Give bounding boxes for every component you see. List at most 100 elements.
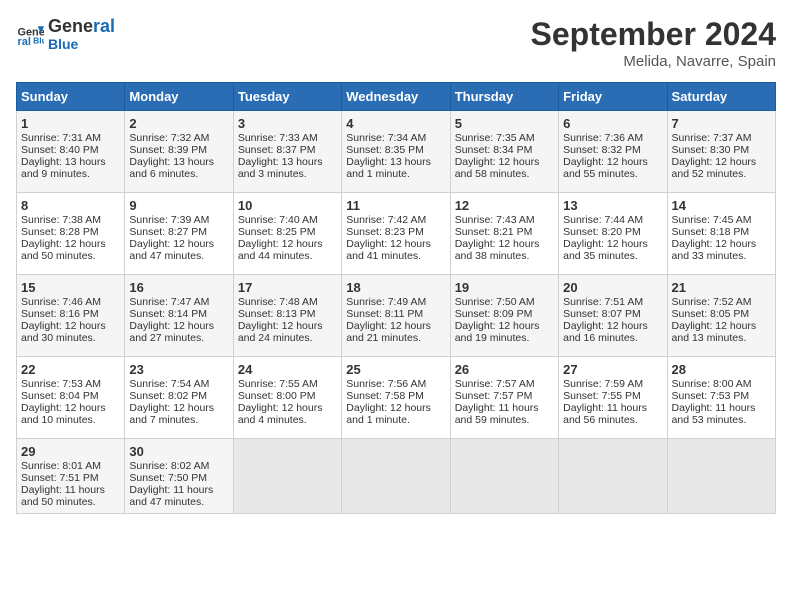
sunset: Sunset: 8:39 PM <box>129 144 207 156</box>
day-number: 2 <box>129 116 228 131</box>
day-number: 11 <box>346 198 445 213</box>
sunset: Sunset: 8:30 PM <box>672 144 750 156</box>
calendar-cell: 3Sunrise: 7:33 AMSunset: 8:37 PMDaylight… <box>233 111 341 193</box>
calendar-cell: 6Sunrise: 7:36 AMSunset: 8:32 PMDaylight… <box>559 111 667 193</box>
calendar-cell <box>559 439 667 514</box>
sunset: Sunset: 8:05 PM <box>672 308 750 320</box>
sunset: Sunset: 8:00 PM <box>238 390 316 402</box>
calendar-cell: 13Sunrise: 7:44 AMSunset: 8:20 PMDayligh… <box>559 193 667 275</box>
sunrise: Sunrise: 7:43 AM <box>455 214 535 226</box>
title-block: September 2024 Melida, Navarre, Spain <box>531 16 776 70</box>
day-number: 23 <box>129 362 228 377</box>
sunset: Sunset: 8:37 PM <box>238 144 316 156</box>
svg-text:Blue: Blue <box>33 36 44 46</box>
daylight: Daylight: 12 hours and 13 minutes. <box>672 320 757 344</box>
daylight: Daylight: 12 hours and 10 minutes. <box>21 402 106 426</box>
day-number: 19 <box>455 280 554 295</box>
sunset: Sunset: 7:51 PM <box>21 472 99 484</box>
header-day-sunday: Sunday <box>17 83 125 111</box>
daylight: Daylight: 12 hours and 7 minutes. <box>129 402 214 426</box>
daylight: Daylight: 12 hours and 16 minutes. <box>563 320 648 344</box>
calendar-cell: 4Sunrise: 7:34 AMSunset: 8:35 PMDaylight… <box>342 111 450 193</box>
calendar-cell: 15Sunrise: 7:46 AMSunset: 8:16 PMDayligh… <box>17 275 125 357</box>
calendar-cell <box>667 439 775 514</box>
sunrise: Sunrise: 7:33 AM <box>238 132 318 144</box>
calendar-cell: 21Sunrise: 7:52 AMSunset: 8:05 PMDayligh… <box>667 275 775 357</box>
sunrise: Sunrise: 8:01 AM <box>21 460 101 472</box>
sunrise: Sunrise: 8:00 AM <box>672 378 752 390</box>
sunset: Sunset: 8:32 PM <box>563 144 641 156</box>
header-day-wednesday: Wednesday <box>342 83 450 111</box>
sunset: Sunset: 8:11 PM <box>346 308 423 320</box>
sunset: Sunset: 8:27 PM <box>129 226 207 238</box>
day-number: 18 <box>346 280 445 295</box>
sunset: Sunset: 8:16 PM <box>21 308 99 320</box>
calendar-week-3: 15Sunrise: 7:46 AMSunset: 8:16 PMDayligh… <box>17 275 776 357</box>
sunrise: Sunrise: 7:54 AM <box>129 378 209 390</box>
day-number: 1 <box>21 116 120 131</box>
day-number: 26 <box>455 362 554 377</box>
daylight: Daylight: 13 hours and 1 minute. <box>346 156 431 180</box>
sunset: Sunset: 7:50 PM <box>129 472 207 484</box>
calendar-week-1: 1Sunrise: 7:31 AMSunset: 8:40 PMDaylight… <box>17 111 776 193</box>
sunset: Sunset: 8:28 PM <box>21 226 99 238</box>
daylight: Daylight: 12 hours and 24 minutes. <box>238 320 323 344</box>
calendar-cell: 30Sunrise: 8:02 AMSunset: 7:50 PMDayligh… <box>125 439 233 514</box>
sunset: Sunset: 8:09 PM <box>455 308 533 320</box>
calendar-week-5: 29Sunrise: 8:01 AMSunset: 7:51 PM Dayligh… <box>17 439 776 514</box>
sunset: Sunset: 8:07 PM <box>563 308 641 320</box>
daylight: Daylight: 12 hours and 47 minutes. <box>129 238 214 262</box>
sunset: Sunset: 8:13 PM <box>238 308 316 320</box>
calendar-cell: 23Sunrise: 7:54 AMSunset: 8:02 PMDayligh… <box>125 357 233 439</box>
sunrise: Sunrise: 7:36 AM <box>563 132 643 144</box>
sunset: Sunset: 8:02 PM <box>129 390 207 402</box>
day-number: 12 <box>455 198 554 213</box>
sunrise: Sunrise: 7:39 AM <box>129 214 209 226</box>
sunrise: Sunrise: 7:46 AM <box>21 296 101 308</box>
daylight: Daylight: 12 hours and 27 minutes. <box>129 320 214 344</box>
calendar-cell: 28Sunrise: 8:00 AMSunset: 7:53 PMDayligh… <box>667 357 775 439</box>
calendar-cell: 8Sunrise: 7:38 AMSunset: 8:28 PMDaylight… <box>17 193 125 275</box>
calendar-body: 1Sunrise: 7:31 AMSunset: 8:40 PMDaylight… <box>17 111 776 514</box>
sunrise: Sunrise: 7:32 AM <box>129 132 209 144</box>
daylight: Daylight: 12 hours and 58 minutes. <box>455 156 540 180</box>
calendar-cell: 24Sunrise: 7:55 AMSunset: 8:00 PMDayligh… <box>233 357 341 439</box>
day-number: 17 <box>238 280 337 295</box>
daylight: Daylight: 12 hours and 33 minutes. <box>672 238 757 262</box>
header-day-monday: Monday <box>125 83 233 111</box>
sunset: Sunset: 7:53 PM <box>672 390 750 402</box>
day-number: 30 <box>129 444 228 459</box>
daylight: Daylight: 11 hours and 47 minutes. <box>129 484 213 508</box>
calendar-cell: 7Sunrise: 7:37 AMSunset: 8:30 PMDaylight… <box>667 111 775 193</box>
sunrise: Sunrise: 7:55 AM <box>238 378 318 390</box>
day-number: 6 <box>563 116 662 131</box>
sunrise: Sunrise: 7:37 AM <box>672 132 752 144</box>
header-day-thursday: Thursday <box>450 83 558 111</box>
sunrise: Sunrise: 7:50 AM <box>455 296 535 308</box>
sunset: Sunset: 7:55 PM <box>563 390 641 402</box>
day-number: 8 <box>21 198 120 213</box>
day-number: 28 <box>672 362 771 377</box>
day-number: 14 <box>672 198 771 213</box>
calendar-cell: 9Sunrise: 7:39 AMSunset: 8:27 PMDaylight… <box>125 193 233 275</box>
sunrise: Sunrise: 7:31 AM <box>21 132 101 144</box>
daylight: Daylight: 12 hours and 38 minutes. <box>455 238 540 262</box>
sunset: Sunset: 8:25 PM <box>238 226 316 238</box>
calendar-table: SundayMondayTuesdayWednesdayThursdayFrid… <box>16 82 776 514</box>
day-number: 20 <box>563 280 662 295</box>
daylight: Daylight: 13 hours and 6 minutes. <box>129 156 214 180</box>
day-number: 9 <box>129 198 228 213</box>
daylight: Daylight: 12 hours and 1 minute. <box>346 402 431 426</box>
daylight: Daylight: 11 hours and 59 minutes. <box>455 402 539 426</box>
sunset: Sunset: 8:04 PM <box>21 390 99 402</box>
day-number: 29 <box>21 444 120 459</box>
calendar-week-2: 8Sunrise: 7:38 AMSunset: 8:28 PMDaylight… <box>17 193 776 275</box>
calendar-cell: 18Sunrise: 7:49 AMSunset: 8:11 PMDayligh… <box>342 275 450 357</box>
sunrise: Sunrise: 7:44 AM <box>563 214 643 226</box>
calendar-cell: 27Sunrise: 7:59 AMSunset: 7:55 PMDayligh… <box>559 357 667 439</box>
calendar-cell: 5Sunrise: 7:35 AMSunset: 8:34 PMDaylight… <box>450 111 558 193</box>
daylight: Daylight: 12 hours and 4 minutes. <box>238 402 323 426</box>
day-number: 16 <box>129 280 228 295</box>
sunrise: Sunrise: 7:59 AM <box>563 378 643 390</box>
sunset: Sunset: 8:34 PM <box>455 144 533 156</box>
